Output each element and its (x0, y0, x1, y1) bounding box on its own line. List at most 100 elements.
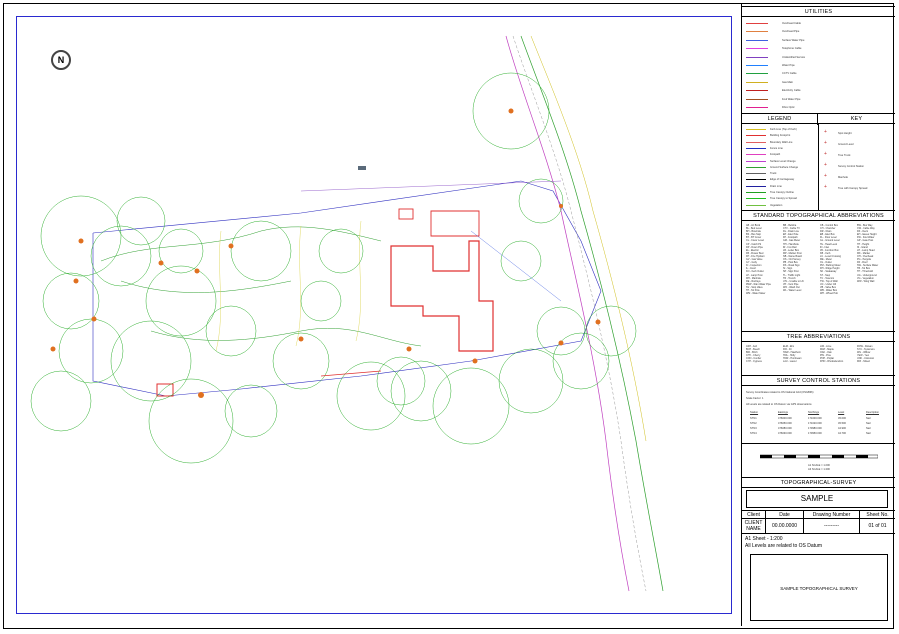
abbreviation-item: WL - Water Level (783, 288, 802, 292)
stations-header-cell: Description (866, 411, 879, 414)
abbreviation-item: WH - Wheel Hub (820, 292, 838, 296)
building-footprint (390, 240, 494, 352)
utility-label: Electricity Cable (782, 89, 801, 93)
legend-label: Edge of Carriageway (770, 178, 795, 182)
utility-label: Overhead Pipe (782, 30, 800, 34)
key-symbol-icon: + (824, 151, 827, 157)
stations-cell: Nail (866, 422, 871, 425)
north-label: N (57, 55, 65, 65)
site-boundary (92, 180, 602, 397)
stations-header-cell: Northings (808, 411, 820, 414)
utilities-heading: UTILITIES (742, 6, 895, 17)
title-block-header: Sheet No. (860, 511, 895, 519)
legend-label: Building Footprint (770, 134, 791, 138)
tree-trunks (50, 108, 601, 398)
legend-label: Footpath (770, 153, 781, 157)
stations-cell: 44.700 (838, 432, 846, 435)
abbreviation-item: WM - Water Meter (746, 292, 766, 296)
utility-row: Electricity Cable (746, 87, 886, 94)
utility-row: Telephone Cable (746, 45, 886, 52)
abbreviation-column: BW - Bus Way CW - Cable Way DK - Deck EH - … (857, 224, 878, 283)
legend-label: Fence Line (770, 146, 783, 150)
contour-line (215, 230, 222, 352)
legend-key-heading: LEGEND KEY (742, 113, 895, 125)
title-block-value: 01 of 01 (868, 523, 887, 529)
stations-cell: 476000.000 (778, 417, 792, 420)
title-block-header: Date (766, 511, 804, 519)
utility-row: Gas Main (746, 79, 886, 86)
contour-line (295, 225, 302, 347)
abbreviation-column: BB - Belisha CTV - Cable TV DL - Drain Lin… (783, 224, 804, 292)
abbreviation-column: CB - Control Box CH - Chamber DR - Drain EB… (820, 224, 841, 295)
key-symbol-icon: + (824, 162, 827, 168)
stations-cell: 45.000 (838, 417, 846, 420)
garden-store (398, 208, 414, 220)
stations-note: Scale Factor: 1 (746, 397, 764, 400)
stations-cell: 171000.000 (808, 417, 822, 420)
legend-label: Kerb Line (Top of Kerb) (770, 128, 797, 131)
tree-abbreviations-heading: TREE ABBREVIATIONS (742, 331, 895, 342)
abbreviation-item: MIX - Mixed (857, 360, 870, 364)
utility-swatch (746, 98, 768, 100)
outbuilding (430, 210, 480, 237)
stations-cell: Nail (866, 432, 871, 435)
legend-swatch (746, 185, 766, 187)
key-label: Survey Control Station (838, 165, 864, 168)
final-title-box: SAMPLE TOPOGRAPHICAL SURVEY (750, 554, 888, 621)
stations-cell: 44.900 (838, 427, 846, 430)
utility-label: CCTV Cable (782, 72, 797, 76)
abbreviation-column: AB - Air Brick BL - Bed Level BH - Borehol… (746, 224, 771, 295)
key-symbol-icon: + (824, 129, 827, 135)
levels-note: All Levels are related to OS Datum (745, 543, 822, 549)
utility-row: Unidentified Service (746, 54, 886, 61)
abbreviation-column: LIM - Lime MAP - Maple OAK - Oak PIN - Pine… (820, 345, 843, 364)
shed (156, 383, 174, 397)
stations-cell: 170950.000 (808, 432, 822, 435)
utility-swatch (746, 39, 768, 41)
legend-label: Track (770, 172, 777, 176)
title-block-table: Client CLIENT NAME Date 00.00.0000 Drawing N… (742, 510, 895, 534)
north-arrow-icon: N (51, 50, 71, 70)
legend-swatch (746, 135, 766, 137)
legend-label: Boundary Wall Line (770, 140, 793, 144)
key-label: Spot Height (838, 132, 852, 135)
utility-row: Foul Water Pipe (746, 96, 886, 103)
stations-cell: 45.500 (838, 422, 846, 425)
utility-label: Fibre Optic (782, 106, 795, 109)
legend-swatch (746, 204, 766, 206)
utility-swatch (746, 81, 768, 83)
stations-cell: 476050.000 (778, 422, 792, 425)
legend-panel: UTILITIES Overhead Cable Overhead Pipe Sur… (741, 3, 895, 626)
abbreviation-item: RHO - Rhododendron (820, 360, 844, 364)
key-symbol-icon: + (824, 140, 827, 146)
legend-swatch (746, 198, 766, 200)
scale-bar (760, 454, 878, 459)
stations-header-cell: Level (838, 411, 845, 414)
car-marker (358, 166, 366, 170)
sheet-note: A1 Sheet - 1:200 (745, 536, 783, 542)
title-block-value: 00.00.0000 (766, 519, 804, 533)
abbreviation-column: ROW - Rowan SYC - Sycamore WIL - Willow YEW… (857, 345, 875, 364)
stations-cell: 170980.000 (808, 427, 822, 430)
stations-cell: STN2 (750, 422, 757, 425)
stations-cell: STN3 (750, 427, 757, 430)
utility-swatch (746, 56, 768, 58)
survey-map[interactable]: N (16, 16, 732, 614)
utility-row: Surface Water Pipe (746, 37, 886, 44)
stations-cell: STN4 (750, 432, 757, 435)
abbreviation-item: LAU - Laurel (783, 360, 797, 364)
utility-row: CCTV Cable (746, 70, 886, 77)
service-line (320, 370, 382, 377)
utility-swatch (746, 90, 768, 92)
legend-swatch (746, 129, 766, 130)
stations-cell: Nail (866, 427, 871, 430)
road-edge-left (505, 35, 630, 592)
legend-label: Drain Line (770, 184, 782, 188)
abbreviation-item: WW - Wing Wall (857, 279, 875, 283)
legend-swatch (746, 160, 766, 162)
legend-swatch (746, 179, 766, 181)
key-heading: KEY (850, 116, 863, 122)
utility-row: Overhead Pipe (746, 28, 886, 35)
tree-canopies (30, 72, 637, 464)
sample-box: SAMPLE (746, 490, 888, 508)
